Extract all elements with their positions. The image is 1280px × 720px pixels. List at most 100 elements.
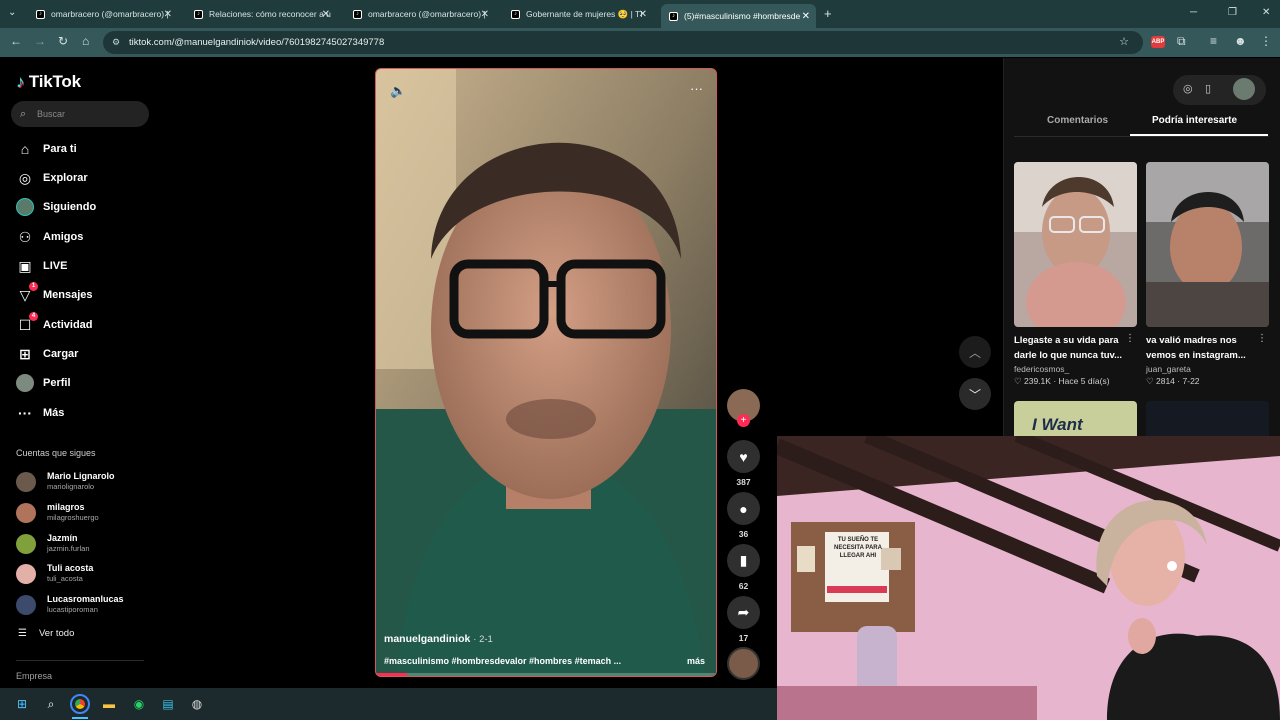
messages-icon: ▽ 1 — [16, 282, 38, 304]
device-icon[interactable]: ▯ — [1205, 82, 1211, 95]
nav-item-perfil[interactable]: Perfil — [16, 372, 71, 394]
nav-item-para-ti[interactable]: ⌂ Para ti — [16, 138, 77, 160]
home-browser-icon[interactable]: ⌂ — [82, 34, 89, 48]
reading-list-icon[interactable]: ≡ — [1210, 34, 1217, 48]
adblock-extension-icon[interactable]: ABP — [1151, 36, 1165, 48]
see-all-button[interactable]: ☰ Ver todo — [18, 628, 74, 639]
compass-icon: ◎ — [18, 169, 32, 186]
close-tab-icon[interactable]: ✕ — [481, 9, 489, 20]
sound-disc-button[interactable] — [727, 647, 760, 680]
like-button[interactable]: ♥ 387 — [727, 440, 760, 487]
close-tab-icon[interactable]: ✕ — [639, 9, 647, 20]
site-info-icon[interactable]: ⚙ — [112, 31, 120, 54]
video-caption[interactable]: #masculinismo #hombresdevalor #hombres #… — [384, 656, 621, 666]
new-tab-button[interactable]: + — [824, 6, 832, 21]
browser-tab-2[interactable]: ♪ Relaciones: cómo reconocer a u ✕ — [186, 4, 336, 24]
compass-icon[interactable]: ◎ — [1183, 82, 1193, 95]
following-account-item[interactable]: Lucasromanlucas lucastiporoman — [16, 594, 124, 615]
video-progress-bar[interactable] — [376, 673, 716, 676]
chevron-up-icon: ︿ — [968, 345, 981, 360]
video-options-icon[interactable]: ··· — [690, 81, 703, 96]
profile-extension-icon[interactable]: ☻ — [1234, 34, 1247, 48]
share-button[interactable]: ➦ 17 — [727, 596, 760, 643]
card-author[interactable]: juan_gareta — [1146, 364, 1269, 374]
nav-item-cargar[interactable]: ⊞ Cargar — [16, 343, 78, 365]
video-author[interactable]: manuelgandiniok · 2-1 — [384, 633, 493, 645]
suggested-video-card-partial[interactable]: I Want — [1014, 401, 1137, 441]
account-name: Mario Lignarolo — [47, 471, 115, 481]
nav-item-live[interactable]: ▣ LIVE — [16, 255, 67, 277]
nav-item-amigos[interactable]: ⚇ Amigos — [16, 226, 84, 248]
browser-menu-icon[interactable]: ⋮ — [1260, 34, 1272, 48]
nav-item-mas[interactable]: ··· Más — [16, 402, 64, 424]
account-name: Jazmín — [47, 533, 78, 543]
nav-label: Siguiendo — [43, 201, 97, 213]
tiktok-logo-text: TikTok — [28, 72, 81, 91]
nav-label: Para ti — [43, 143, 77, 155]
suggested-video-card[interactable]: va valió madres nos vemos en instagram..… — [1146, 162, 1269, 387]
nav-item-mensajes[interactable]: ▽ 1 Mensajes — [16, 282, 93, 306]
nav-label: Actividad — [43, 319, 93, 331]
video-author-name[interactable]: manuelgandiniok — [384, 633, 470, 645]
activity-badge: 4 — [29, 312, 38, 321]
back-icon[interactable]: ← — [10, 34, 22, 48]
suggested-video-card-partial[interactable] — [1146, 401, 1269, 441]
browser-tab-3[interactable]: ♪ omarbracero (@omarbracero) | ✕ — [345, 4, 495, 24]
author-avatar-button[interactable]: + — [727, 389, 760, 427]
save-button[interactable]: ▮ 62 — [727, 544, 760, 591]
tiktok-logo[interactable]: ♪ TikTok — [16, 72, 81, 92]
tab-suggested[interactable]: Podría interesarte — [1152, 115, 1237, 126]
video-player[interactable]: 🔈 ··· manuelgandiniok · 2-1 #masculinism… — [375, 68, 717, 677]
address-bar[interactable]: ⚙ tiktok.com/@manuelgandiniok/video/7601… — [103, 31, 1143, 54]
account-username: jazmin.furlan — [47, 544, 90, 553]
browser-tab-5-active[interactable]: ♪ (5)#masculinismo #hombresde ✕ — [661, 4, 816, 28]
following-account-item[interactable]: Tuli acosta tuli_acosta — [16, 563, 93, 584]
company-link[interactable]: Empresa — [16, 671, 52, 681]
tab-list-chevron-icon[interactable]: ⌄ — [8, 7, 16, 18]
tab-comments[interactable]: Comentarios — [1047, 115, 1108, 126]
card-menu-icon[interactable]: ⋮ — [1125, 333, 1135, 344]
extensions-puzzle-icon[interactable]: ⧉ — [1177, 34, 1186, 49]
card-menu-icon[interactable]: ⋮ — [1257, 333, 1267, 344]
notepad-icon[interactable]: ▤ — [158, 694, 178, 714]
follow-plus-icon[interactable]: + — [737, 414, 750, 427]
search-taskbar-icon[interactable]: ⌕ — [41, 694, 61, 714]
comment-icon: ● — [727, 492, 760, 525]
see-all-label: Ver todo — [38, 628, 75, 639]
sound-icon[interactable]: 🔈 — [390, 83, 406, 99]
suggested-video-card[interactable]: Llegaste a su vida para darle lo que nun… — [1014, 162, 1137, 387]
restore-window-icon[interactable]: ❐ — [1228, 7, 1237, 18]
close-window-icon[interactable]: ✕ — [1262, 7, 1270, 18]
obs-icon[interactable]: ◍ — [187, 694, 207, 714]
minimize-window-icon[interactable]: ─ — [1190, 7, 1197, 18]
browser-tab-1[interactable]: ♪ omarbracero (@omarbracero) | ✕ — [28, 4, 178, 24]
following-account-item[interactable]: milagros milagroshuergo — [16, 502, 99, 523]
browser-tab-4[interactable]: ♪ Gobernante de mujeres 🥺 | TI ✕ — [503, 4, 653, 24]
close-tab-icon[interactable]: ✕ — [802, 11, 810, 22]
avatar — [16, 471, 36, 492]
search-input[interactable]: ⌕ Buscar — [11, 101, 149, 127]
forward-icon[interactable]: → — [34, 34, 46, 48]
user-avatar-icon[interactable] — [1233, 78, 1255, 100]
list-icon: ☰ — [18, 628, 27, 639]
file-explorer-icon[interactable]: ▬ — [99, 694, 119, 714]
comment-button[interactable]: ● 36 — [727, 492, 760, 539]
windows-start-icon[interactable]: ⊞ — [12, 694, 32, 714]
whatsapp-icon[interactable]: ◉ — [129, 694, 149, 714]
close-tab-icon[interactable]: ✕ — [322, 9, 330, 20]
tiktok-note-icon: ♪ — [16, 72, 25, 91]
bookmark-star-icon[interactable]: ☆ — [1119, 31, 1129, 54]
nav-item-actividad[interactable]: ☐ 4 Actividad — [16, 312, 93, 336]
tiktok-favicon-icon: ♪ — [353, 9, 362, 19]
card-author[interactable]: federicosmos_ — [1014, 364, 1137, 374]
previous-video-button[interactable]: ︿ — [959, 336, 991, 368]
reload-icon[interactable]: ↻ — [58, 34, 68, 48]
nav-item-explorar[interactable]: ◎ Explorar — [16, 167, 88, 189]
next-video-button[interactable]: ﹀ — [959, 378, 991, 410]
following-account-item[interactable]: Mario Lignarolo mariolignarolo — [16, 471, 115, 492]
close-tab-icon[interactable]: ✕ — [164, 9, 172, 20]
chrome-icon[interactable] — [70, 694, 90, 714]
caption-more-button[interactable]: más — [687, 656, 705, 666]
nav-item-siguiendo[interactable]: Siguiendo — [16, 196, 96, 218]
following-account-item[interactable]: Jazmín jazmin.furlan — [16, 533, 90, 554]
